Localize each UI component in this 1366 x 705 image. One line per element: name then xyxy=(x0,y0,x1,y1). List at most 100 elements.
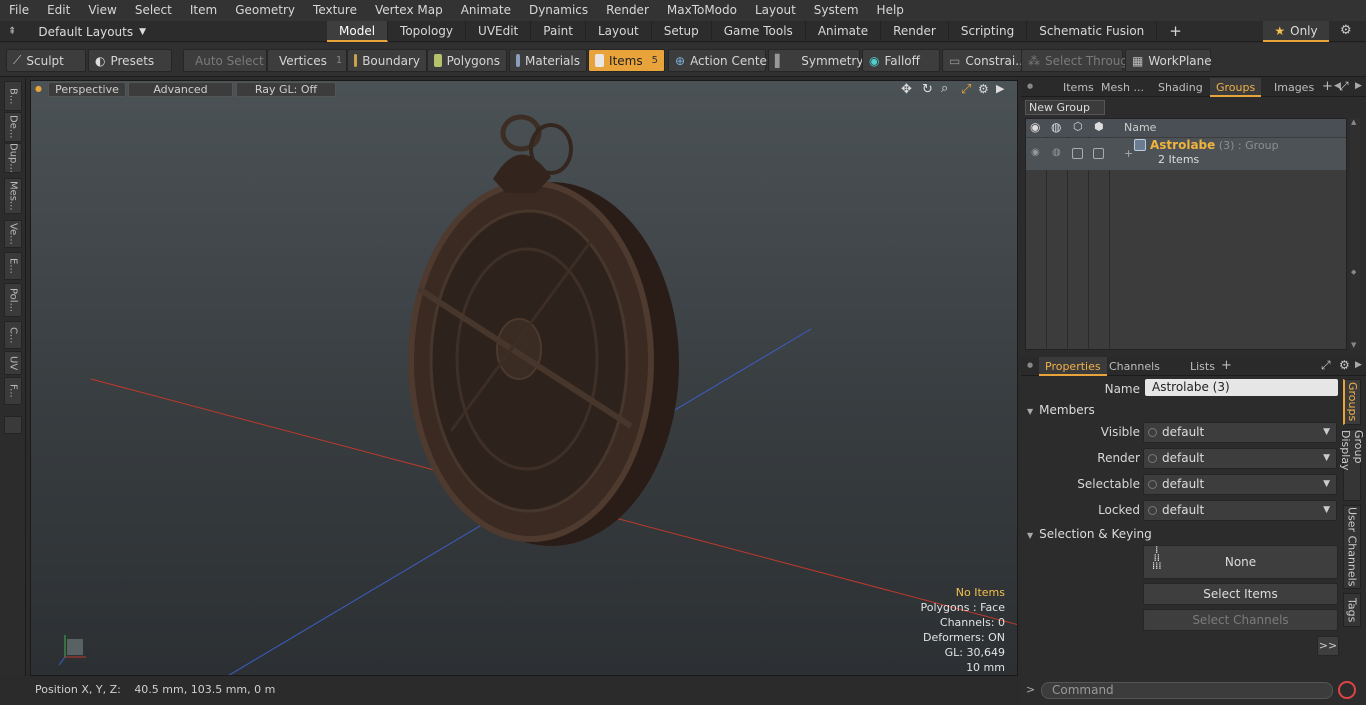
members-section[interactable]: Members xyxy=(1027,403,1095,417)
viewport-arrow-icon[interactable]: ▶ xyxy=(996,82,1004,95)
vertices-button[interactable]: Vertices 1 xyxy=(267,49,347,72)
command-input[interactable]: Command xyxy=(1041,682,1333,699)
render-icon[interactable]: ◍ xyxy=(1051,120,1061,134)
tab-model[interactable]: Model xyxy=(327,21,389,42)
tab-animate[interactable]: Animate xyxy=(806,21,882,42)
menu-file[interactable]: File xyxy=(0,0,38,21)
tab-shading[interactable]: Shading xyxy=(1152,78,1209,97)
render-dropdown[interactable]: default ▼ xyxy=(1143,448,1337,469)
props-gear-icon[interactable]: ⚙ xyxy=(1339,358,1350,372)
row-select-checkbox[interactable] xyxy=(1093,148,1104,159)
menu-animate[interactable]: Animate xyxy=(452,0,520,21)
tab-setup[interactable]: Setup xyxy=(652,21,712,42)
boundary-button[interactable]: Boundary xyxy=(347,49,427,72)
none-button[interactable]: ⁞ ⁞⁞ ⁞⁞⁞ None xyxy=(1143,545,1338,579)
left-tab-uv[interactable]: UV xyxy=(4,351,22,375)
side-tab-user-channels[interactable]: User Channels xyxy=(1343,505,1361,589)
selection-keying-section[interactable]: Selection & Keying xyxy=(1027,527,1152,541)
menu-view[interactable]: View xyxy=(79,0,125,21)
menu-edit[interactable]: Edit xyxy=(38,0,79,21)
fit-view-icon[interactable]: ⤢ xyxy=(961,82,971,97)
panel-right-arrow-icon[interactable]: ▶ xyxy=(1355,81,1362,91)
viewport-settings-icon[interactable]: ⚙ xyxy=(978,82,989,96)
left-tab-basic[interactable]: B... xyxy=(4,81,22,111)
layouts-dropdown[interactable]: ⇞ Default Layouts ▼ xyxy=(8,21,146,42)
eye-icon[interactable]: ◉ xyxy=(1030,120,1040,134)
name-field[interactable]: Astrolabe (3) xyxy=(1145,379,1338,396)
menu-texture[interactable]: Texture xyxy=(304,0,366,21)
tab-scripting[interactable]: Scripting xyxy=(949,21,1028,42)
tab-groups[interactable]: Groups xyxy=(1210,78,1262,97)
tab-render[interactable]: Render xyxy=(881,21,949,42)
workplane-button[interactable]: ▦ WorkPlane xyxy=(1125,49,1212,72)
side-tab-groups[interactable]: Groups xyxy=(1343,379,1361,425)
tab-items[interactable]: Items xyxy=(1057,78,1100,97)
viewport-menu-dot-icon[interactable]: ● xyxy=(35,84,42,93)
materials-button[interactable]: Materials xyxy=(509,49,587,72)
sculpt-button[interactable]: ⟋ Sculpt xyxy=(6,49,86,72)
gear-icon[interactable]: ⚙ xyxy=(1340,23,1352,38)
name-column-header[interactable]: Name xyxy=(1124,121,1156,134)
polygons-button[interactable]: Polygons xyxy=(427,49,507,72)
tab-properties[interactable]: Properties xyxy=(1039,357,1107,376)
props-add-plus-icon[interactable]: + xyxy=(1221,358,1232,373)
lock-icon[interactable]: ⬡ xyxy=(1073,120,1083,133)
menu-select[interactable]: Select xyxy=(126,0,181,21)
tab-channels[interactable]: Channels xyxy=(1103,357,1166,376)
auto-select-button[interactable]: Auto Select xyxy=(183,49,267,72)
left-tab-collapse[interactable] xyxy=(4,416,22,434)
select-icon[interactable]: ⬢ xyxy=(1094,120,1104,133)
zoom-view-icon[interactable]: ⌕ xyxy=(941,81,948,96)
symmetry-button[interactable]: ▌ Symmetry xyxy=(768,49,863,72)
left-tab-polygon[interactable]: Pol... xyxy=(4,283,22,317)
tab-images[interactable]: Images xyxy=(1268,78,1320,97)
row-eye-icon[interactable]: ◉ xyxy=(1031,147,1040,158)
menu-render[interactable]: Render xyxy=(597,0,658,21)
more-button[interactable]: >> xyxy=(1317,636,1339,656)
menu-vertex-map[interactable]: Vertex Map xyxy=(366,0,452,21)
menu-maxtomodo[interactable]: MaxToModo xyxy=(658,0,746,21)
add-tab-plus-icon[interactable]: + xyxy=(1322,79,1333,94)
left-tab-fusion[interactable]: F... xyxy=(4,377,22,405)
menu-item[interactable]: Item xyxy=(181,0,226,21)
left-tab-mesh[interactable]: Mes... xyxy=(4,178,22,214)
menu-dynamics[interactable]: Dynamics xyxy=(520,0,597,21)
left-tab-edge[interactable]: E... xyxy=(4,252,22,280)
props-expand-icon[interactable]: ⤢ xyxy=(1321,358,1331,373)
tab-schematic-fusion[interactable]: Schematic Fusion xyxy=(1027,21,1158,42)
tab-game-tools[interactable]: Game Tools xyxy=(712,21,806,42)
new-group-button[interactable]: New Group xyxy=(1025,100,1105,115)
left-tab-deform[interactable]: De... xyxy=(4,112,22,142)
record-icon[interactable] xyxy=(1338,681,1356,699)
side-tab-tags[interactable]: Tags xyxy=(1343,593,1361,627)
select-through-button[interactable]: ⁂ Select Through xyxy=(1021,49,1136,72)
action-center-button[interactable]: ⊕ Action Center xyxy=(668,49,772,72)
advanced-button[interactable]: Advanced xyxy=(128,82,233,97)
tab-uvedit[interactable]: UVEdit xyxy=(466,21,532,42)
side-tab-group-display[interactable]: Group Display xyxy=(1339,429,1365,501)
tab-layout[interactable]: Layout xyxy=(586,21,652,42)
only-toggle[interactable]: ★ Only xyxy=(1263,21,1329,42)
visible-dropdown[interactable]: default ▼ xyxy=(1143,422,1337,443)
groups-scrollbar[interactable]: ▲ ◆ ▼ xyxy=(1350,118,1360,350)
expand-plus-icon[interactable]: + xyxy=(1124,147,1133,160)
props-right-arrow-icon[interactable]: ▶ xyxy=(1355,360,1362,370)
add-tab-button[interactable]: + xyxy=(1157,21,1194,42)
row-render-icon[interactable]: ◍ xyxy=(1052,147,1061,158)
falloff-button[interactable]: ◉ Falloff xyxy=(862,49,940,72)
select-channels-button[interactable]: Select Channels xyxy=(1143,609,1338,631)
menu-geometry[interactable]: Geometry xyxy=(226,0,304,21)
menu-layout[interactable]: Layout xyxy=(746,0,805,21)
group-row-astrolabe[interactable]: ◉ ◍ + Astrolabe (3) : Group 2 Items xyxy=(1026,138,1346,170)
left-tab-duplicate[interactable]: Dup... xyxy=(4,143,22,173)
select-items-button[interactable]: Select Items xyxy=(1143,583,1338,605)
tab-mesh[interactable]: Mesh ... xyxy=(1095,78,1150,97)
presets-button[interactable]: ◐ Presets xyxy=(88,49,172,72)
items-button[interactable]: Items 5 xyxy=(588,49,665,72)
menu-help[interactable]: Help xyxy=(868,0,913,21)
menu-system[interactable]: System xyxy=(805,0,868,21)
tab-topology[interactable]: Topology xyxy=(388,21,467,42)
props-dot-icon[interactable]: ● xyxy=(1027,361,1033,369)
locked-dropdown[interactable]: default ▼ xyxy=(1143,500,1337,521)
selectable-dropdown[interactable]: default ▼ xyxy=(1143,474,1337,495)
